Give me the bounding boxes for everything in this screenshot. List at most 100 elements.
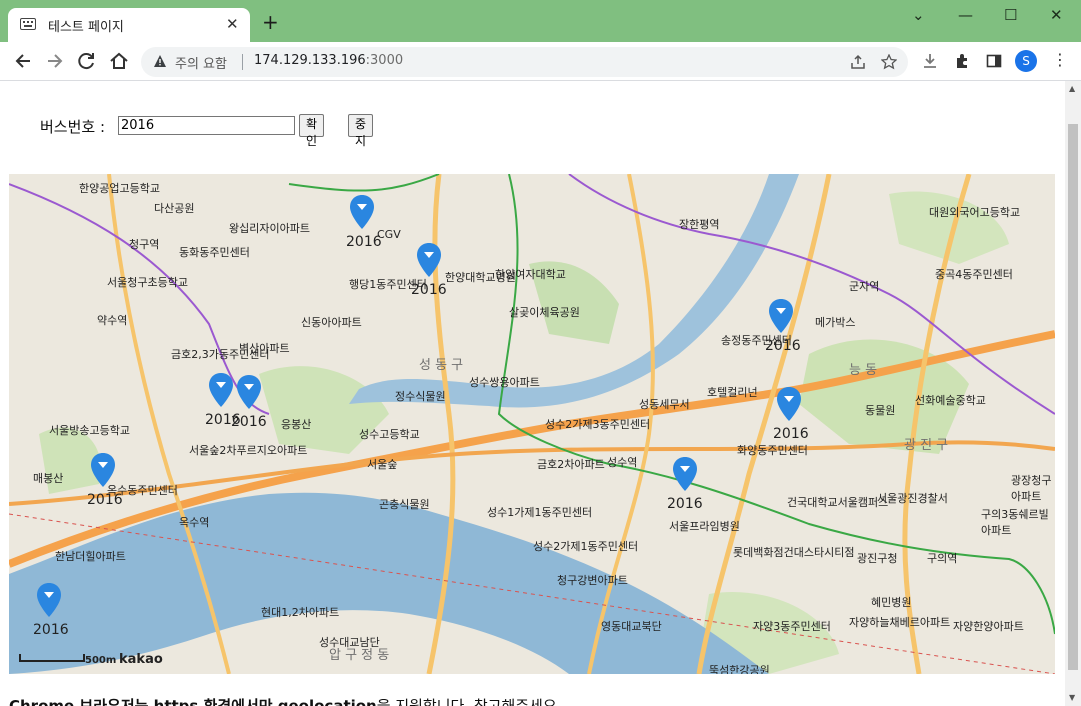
- place-label: 서울숲2차푸르지오아파트: [189, 444, 308, 457]
- menu-icon[interactable]: ⋮: [1052, 50, 1068, 69]
- place-label: 응봉산: [281, 418, 312, 431]
- bus-number-input[interactable]: [118, 116, 295, 135]
- place-label: 현대1,2차아파트: [261, 606, 340, 619]
- place-label: 대원외국어고등학교: [929, 206, 1021, 219]
- marker-label: 2016: [87, 492, 123, 508]
- tab-title: 테스트 페이지: [48, 20, 124, 35]
- place-label: 한양공업고등학교: [79, 182, 160, 195]
- place-label: 서울프라임병원: [669, 520, 740, 533]
- tab-strip: 테스트 페이지 ✕ + ⌄ — ☐ ✕: [0, 0, 1081, 42]
- place-label: 롯데백화점건대스타시티점: [733, 546, 855, 559]
- place-label: 화양동주민센터: [737, 444, 808, 457]
- place-label: 뚝섬한강공원: [709, 664, 770, 674]
- place-label: 성수고등학교: [359, 428, 420, 441]
- scrollbar-thumb[interactable]: [1068, 124, 1078, 670]
- kakao-map[interactable]: 성 동 구 광 진 구 능 동 압 구 정 동 한양공업고등학교 다산공원 왕십…: [9, 174, 1055, 674]
- place-label: 성수쌍용아파트: [469, 376, 540, 389]
- marker-label: 2016: [33, 622, 69, 638]
- extensions-icon[interactable]: [954, 53, 970, 69]
- place-label: 구의역: [927, 552, 958, 565]
- place-label: 성수2가제1동주민센터: [533, 540, 639, 553]
- map-pin-icon[interactable]: [36, 582, 62, 618]
- bus-marker[interactable]: 2016: [231, 374, 267, 430]
- vertical-scrollbar[interactable]: ▲ ▼: [1065, 81, 1081, 706]
- bus-marker[interactable]: 2016: [87, 452, 123, 508]
- close-window-icon[interactable]: ✕: [1050, 6, 1063, 24]
- place-label: 한양여자대학교: [495, 268, 566, 281]
- maximize-icon[interactable]: ☐: [1004, 6, 1017, 24]
- new-tab-icon[interactable]: +: [262, 12, 279, 32]
- separator: [242, 54, 243, 70]
- place-label: 메가박스: [815, 316, 856, 329]
- marker-label: 2016: [667, 496, 703, 512]
- marker-label: 2016: [411, 282, 447, 298]
- place-label: 동물원: [865, 404, 896, 417]
- share-icon[interactable]: [850, 54, 866, 70]
- bus-marker[interactable]: 2016: [667, 456, 703, 512]
- profile-avatar[interactable]: S: [1015, 50, 1037, 72]
- place-label: 정수식물원: [395, 390, 446, 403]
- map-pin-icon[interactable]: [776, 386, 802, 422]
- bus-marker[interactable]: 2016: [33, 582, 69, 638]
- place-label: 벽산아파트: [239, 342, 290, 355]
- stop-button[interactable]: 중지: [348, 114, 374, 148]
- download-icon[interactable]: [922, 53, 938, 69]
- reload-icon[interactable]: [76, 51, 98, 71]
- place-label: 호텔컬리넌: [707, 386, 758, 399]
- confirm-button[interactable]: 확인: [299, 114, 325, 148]
- place-label: 왕십리자이아파트: [229, 222, 310, 235]
- bus-marker[interactable]: 2016: [765, 298, 801, 354]
- place-label: 군자역: [849, 280, 880, 293]
- page-content: 버스번호 : 확인 중지: [0, 81, 1065, 706]
- place-label: 혜민병원: [871, 596, 912, 609]
- bus-number-label: 버스번호 :: [40, 118, 106, 136]
- bus-marker[interactable]: 2016: [346, 194, 382, 250]
- place-label: 약수역: [97, 314, 128, 327]
- map-places: 한양공업고등학교 다산공원 왕십리자이아파트 청구역 동화동주민센터 서울청구초…: [9, 174, 1055, 674]
- marker-label: 2016: [231, 414, 267, 430]
- home-icon[interactable]: [108, 51, 130, 71]
- side-panel-icon[interactable]: [986, 53, 1002, 69]
- scale-bar: [19, 654, 85, 662]
- active-tab[interactable]: 테스트 페이지 ✕: [8, 8, 250, 42]
- security-label[interactable]: 주의 요함: [175, 53, 227, 72]
- place-label: 영동대교북단: [601, 620, 662, 633]
- place-label: 선화예술중학교: [915, 394, 986, 407]
- place-label: 한남더힐아파트: [55, 550, 126, 563]
- place-label: 건국대학교서울캠퍼스: [787, 496, 889, 509]
- address-bar[interactable]: 주의 요함 174.129.133.196:3000: [141, 47, 908, 77]
- place-label: 서울청구초등학교: [107, 276, 188, 289]
- place-label: 장한평역: [679, 218, 720, 231]
- map-pin-icon[interactable]: [672, 456, 698, 492]
- bookmark-star-icon[interactable]: [881, 54, 897, 70]
- scroll-up-icon[interactable]: ▲: [1069, 84, 1075, 93]
- close-tab-icon[interactable]: ✕: [226, 15, 239, 33]
- url-text[interactable]: 174.129.133.196:3000: [254, 53, 403, 68]
- bus-marker[interactable]: 2016: [773, 386, 809, 442]
- place-label: 곤충식물원: [379, 498, 430, 511]
- place-label: 옥수역: [179, 516, 210, 529]
- place-label: 다산공원: [154, 202, 195, 215]
- bus-marker[interactable]: 2016: [411, 242, 447, 298]
- marker-label: 2016: [773, 426, 809, 442]
- place-label: 성동세무서: [639, 398, 690, 411]
- forward-icon[interactable]: [44, 51, 66, 71]
- warning-icon[interactable]: [153, 54, 167, 68]
- map-pin-icon[interactable]: [90, 452, 116, 488]
- marker-label: 2016: [765, 338, 801, 354]
- minimize-icon[interactable]: —: [958, 6, 973, 24]
- status-message: Chrome 브라우저는 https 환경에서만 geolocation을 지원…: [9, 697, 562, 706]
- place-label: 자양3동주민센터: [753, 620, 831, 633]
- back-icon[interactable]: [12, 51, 34, 71]
- tab-search-icon[interactable]: ⌄: [912, 6, 925, 24]
- map-pin-icon[interactable]: [416, 242, 442, 278]
- place-label: 구의3동쉐르빌아파트: [981, 508, 1049, 537]
- browser-toolbar: 주의 요함 174.129.133.196:3000 S ⋮: [0, 42, 1081, 81]
- map-pin-icon[interactable]: [768, 298, 794, 334]
- place-label: 금호2차아파트: [537, 458, 605, 471]
- map-pin-icon[interactable]: [236, 374, 262, 410]
- scroll-down-icon[interactable]: ▼: [1069, 693, 1075, 702]
- map-pin-icon[interactable]: [349, 194, 375, 230]
- place-label: 성수1가제1동주민센터: [487, 506, 593, 519]
- place-label: 광진구청: [857, 552, 898, 565]
